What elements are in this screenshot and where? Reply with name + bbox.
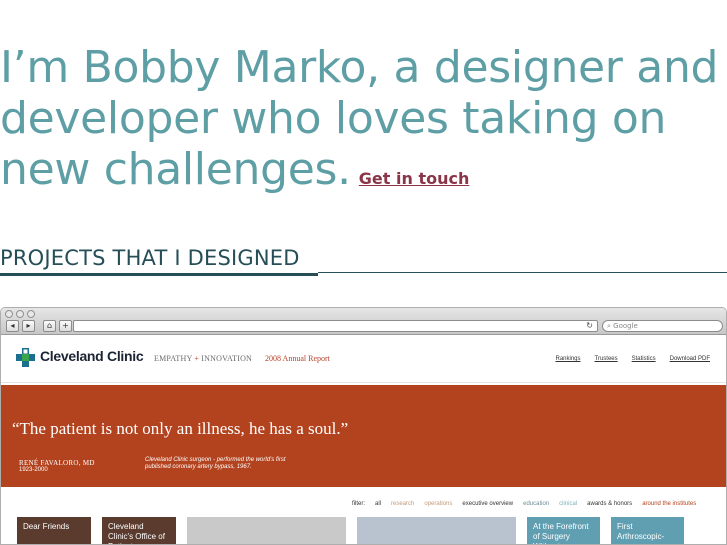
intro-headline: I’m Bobby Marko, a designer and develope… xyxy=(0,42,727,204)
browser-toolbar: ◂ ▸ ⌂ + ↻ ⌕ Google xyxy=(1,308,726,335)
search-icon: ⌕ xyxy=(607,322,611,330)
reload-icon[interactable]: ↻ xyxy=(586,321,593,331)
google-search-field[interactable]: ⌕ Google xyxy=(602,320,723,332)
project-tile[interactable] xyxy=(357,517,516,544)
filter-option[interactable]: awards & honors xyxy=(587,501,632,507)
zoom-window-button[interactable] xyxy=(27,310,35,318)
filter-option[interactable]: operations xyxy=(424,501,452,507)
quote-author: RENÉ FAVALORO, MD xyxy=(19,459,95,467)
project-tile[interactable]: Cleveland Clinic's Office of Patient xyxy=(102,517,176,544)
project-tile[interactable]: At the Forefront of Surgery Without xyxy=(527,517,600,544)
annual-report-label: 2008 Annual Report xyxy=(265,354,330,363)
filter-option[interactable]: clinical xyxy=(559,501,577,507)
hero-quote: “The patient is not only an illness, he … xyxy=(12,419,349,438)
minimize-window-button[interactable] xyxy=(16,310,24,318)
browser-nav: ◂ ▸ ⌂ + xyxy=(6,320,72,332)
filter-option[interactable]: all xyxy=(375,501,381,507)
filter-option[interactable]: research xyxy=(391,501,414,507)
forward-arrow-icon[interactable]: ▸ xyxy=(22,320,35,332)
address-bar[interactable]: ↻ xyxy=(73,320,598,332)
window-controls xyxy=(5,310,35,318)
project-tile[interactable] xyxy=(187,517,346,544)
project-screenshot-browser[interactable]: ◂ ▸ ⌂ + ↻ ⌕ Google Cleveland Clinic EMPA… xyxy=(0,307,727,545)
filter-label: filter: xyxy=(352,501,366,507)
project-tiles: Dear Friends Cleveland Clinic's Office of… xyxy=(1,517,726,544)
hero-banner: “The patient is not only an illness, he … xyxy=(1,385,726,487)
close-window-button[interactable] xyxy=(5,310,13,318)
tagline-separator: + xyxy=(194,354,200,363)
project-tile[interactable]: Dear Friends xyxy=(17,517,91,544)
filter-bar: filter: all research operations executive ov… xyxy=(352,501,696,507)
author-years: 1923-2000 xyxy=(19,467,48,473)
get-in-touch-link[interactable]: Get in touch xyxy=(359,169,470,188)
filter-option[interactable]: around the institutes xyxy=(642,501,696,507)
filter-option[interactable]: education xyxy=(523,501,549,507)
download-pdf-link[interactable]: Download PDF xyxy=(670,356,710,362)
cleveland-clinic-logo-icon xyxy=(16,348,35,367)
trustees-link[interactable]: Trustees xyxy=(595,356,618,362)
filter-option[interactable]: executive overview xyxy=(462,501,513,507)
rankings-link[interactable]: Rankings xyxy=(555,356,580,362)
author-description: Cleveland Clinic surgeon - performed the… xyxy=(145,457,286,470)
site-tagline: EMPATHY + INNOVATION xyxy=(154,354,252,363)
site-logo-text[interactable]: Cleveland Clinic xyxy=(40,348,144,364)
tagline-left: EMPATHY xyxy=(154,354,193,363)
back-arrow-icon[interactable]: ◂ xyxy=(6,320,19,332)
statistics-link[interactable]: Statistics xyxy=(632,356,656,362)
search-placeholder: Google xyxy=(613,322,638,330)
tagline-right: INNOVATION xyxy=(201,354,253,363)
site-header: Cleveland Clinic EMPATHY + INNOVATION 20… xyxy=(1,335,726,383)
project-tile[interactable]: First Arthroscopic- xyxy=(611,517,684,544)
home-icon[interactable]: ⌂ xyxy=(43,320,56,332)
add-bookmark-icon[interactable]: + xyxy=(59,320,72,332)
site-nav-links: Rankings Trustees Statistics Download PD… xyxy=(555,356,710,362)
section-title: PROJECTS THAT I DESIGNED xyxy=(0,244,318,276)
section-divider xyxy=(318,272,727,273)
